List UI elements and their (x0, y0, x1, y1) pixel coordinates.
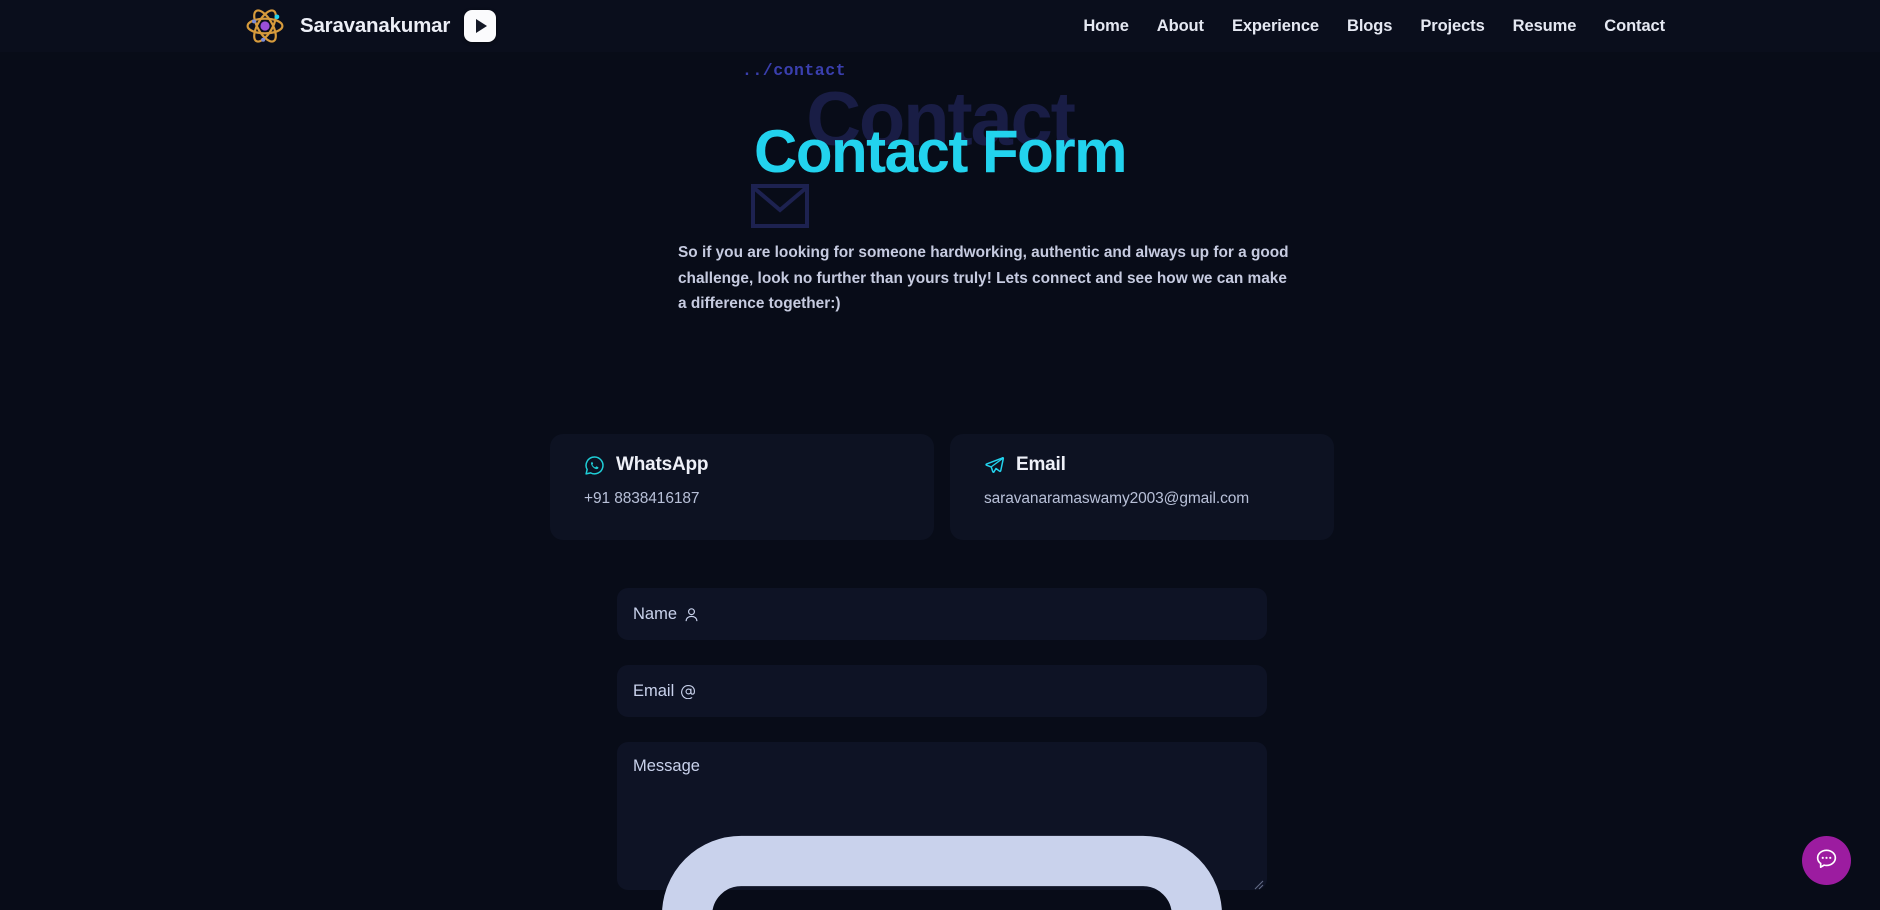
atom-icon (243, 4, 287, 48)
contact-cards: WhatsApp +91 8838416187 Email saravanara… (550, 434, 1334, 540)
contact-form: Name Email Message (617, 588, 1267, 910)
card-header: Email (984, 454, 1300, 476)
hero-section: ../contact Contact Contact Form So if yo… (0, 52, 1880, 382)
play-icon (476, 19, 488, 33)
name-input[interactable]: Name (617, 588, 1267, 640)
at-icon (674, 682, 696, 701)
whatsapp-number[interactable]: +91 8838416187 (584, 490, 900, 508)
brand[interactable]: Saravanakumar (243, 4, 450, 48)
person-icon (677, 605, 699, 624)
name-placeholder-label: Name (633, 604, 678, 623)
card-title: WhatsApp (616, 454, 709, 475)
play-button[interactable] (464, 10, 497, 42)
site-header: Saravanakumar Home About Experience Blog… (0, 0, 1880, 52)
email-input[interactable]: Email (617, 665, 1267, 717)
paper-plane-icon (984, 455, 1005, 476)
nav-item-experience[interactable]: Experience (1232, 17, 1319, 36)
card-header: WhatsApp (584, 454, 900, 476)
nav-item-blogs[interactable]: Blogs (1347, 17, 1392, 36)
main-nav: Home About Experience Blogs Projects Res… (1083, 17, 1665, 36)
card-title: Email (1016, 454, 1066, 475)
title-group: Contact Contact Form (0, 82, 1880, 228)
whatsapp-icon (584, 455, 605, 476)
nav-item-about[interactable]: About (1157, 17, 1204, 36)
nav-item-contact[interactable]: Contact (1604, 17, 1665, 36)
nav-item-resume[interactable]: Resume (1513, 17, 1577, 36)
email-address[interactable]: saravanaramaswamy2003@gmail.com (984, 490, 1300, 508)
textarea-resize-handle[interactable] (1253, 876, 1264, 890)
message-textarea[interactable]: Message (617, 742, 1267, 910)
contact-card-email[interactable]: Email saravanaramaswamy2003@gmail.com (950, 434, 1334, 540)
email-placeholder-label: Email (633, 681, 675, 700)
nav-item-home[interactable]: Home (1083, 17, 1129, 36)
contact-card-whatsapp[interactable]: WhatsApp +91 8838416187 (550, 434, 934, 540)
chat-fab-button[interactable] (1802, 836, 1851, 885)
nav-item-projects[interactable]: Projects (1420, 17, 1484, 36)
hero-description: So if you are looking for someone hardwo… (678, 244, 1289, 312)
page-title: Contact Form (754, 118, 1128, 185)
chat-bubble-dots-icon (1814, 847, 1839, 875)
message-placeholder-label: Message (633, 757, 700, 775)
brand-name: Saravanakumar (300, 14, 451, 37)
